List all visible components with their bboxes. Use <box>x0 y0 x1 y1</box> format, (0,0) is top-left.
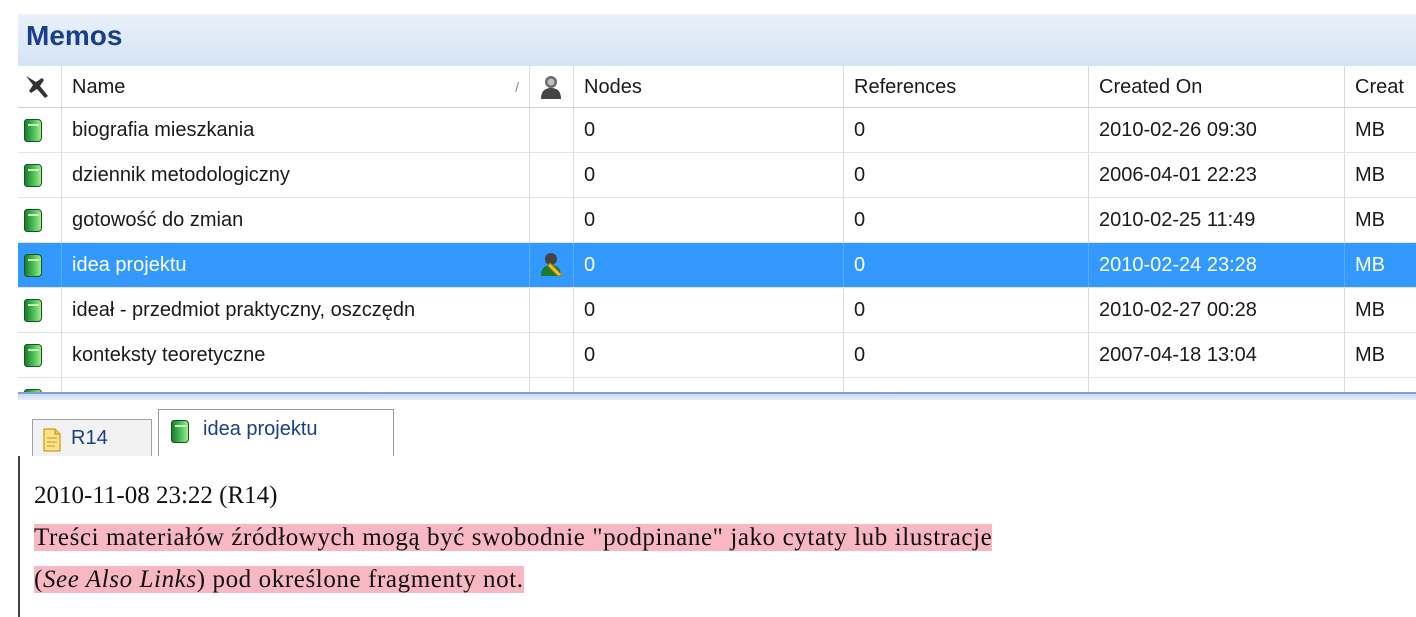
pushpin-icon <box>26 76 48 98</box>
tab-label: idea projektu <box>203 418 318 440</box>
memo-icon <box>24 254 42 277</box>
user-edit-icon <box>541 253 563 277</box>
row-icon-cell <box>18 288 62 332</box>
created-by: MB <box>1345 378 1416 392</box>
text-rest: ) pod określone fragmenty not. <box>196 566 524 593</box>
created-on: 2010-02-25 11:49 <box>1089 198 1345 242</box>
nodes-count: 0 <box>574 288 844 332</box>
created-by: MB <box>1355 164 1385 186</box>
column-header-created-on[interactable]: Created On <box>1089 66 1345 107</box>
created-on: 2010-02-26 09:30 <box>1089 108 1345 152</box>
created-by: MB <box>1355 119 1385 141</box>
column-header-pin[interactable] <box>18 66 62 107</box>
created-by: MB <box>1355 344 1385 366</box>
column-header-references[interactable]: References <box>844 66 1089 107</box>
memo-name: biografia mieszkania <box>62 108 530 152</box>
memo-name: gotowość do zmian <box>62 198 530 242</box>
memo-icon <box>24 164 42 187</box>
table-row[interactable]: biografia mieszkania 0 0 2010-02-26 09:3… <box>18 108 1416 153</box>
sort-indicator-icon: / <box>515 79 519 95</box>
table-row[interactable]: dziennik metodologiczny 0 0 2006-04-01 2… <box>18 153 1416 198</box>
memos-panel-header: Memos <box>18 14 1416 66</box>
text-open-paren: ( <box>34 566 43 593</box>
pane-splitter[interactable] <box>18 392 1416 400</box>
memo-editor[interactable]: 2010-11-08 23:22 (R14) Treści materiałów… <box>18 456 1416 617</box>
user-cell <box>530 378 574 392</box>
references-count: 0 <box>844 333 1089 377</box>
references-count: 0 <box>844 378 1089 392</box>
memo-name: ideał - przedmiot praktyczny, oszczędn <box>62 288 530 332</box>
memo-icon <box>24 209 42 232</box>
created-on: 2010-02-24 23:28 <box>1089 243 1345 287</box>
references-count: 0 <box>844 153 1089 197</box>
memo-icon <box>24 299 42 322</box>
user-cell <box>530 243 574 287</box>
table-row[interactable]: 0 0 2007-12-03 13:14 MB <box>18 378 1416 392</box>
created-by: MB <box>1355 299 1385 321</box>
tab-r14[interactable]: R14 <box>32 419 152 457</box>
created-by: MB <box>1355 209 1385 231</box>
memo-text-line: (See Also Links) pod określone fragmenty… <box>34 566 524 594</box>
user-cell <box>530 108 574 152</box>
memo-name: dziennik metodologiczny <box>62 153 530 197</box>
table-row-selected[interactable]: idea projektu 0 0 2010-02-24 23:28 MB <box>18 243 1416 288</box>
row-icon-cell <box>18 108 62 152</box>
user-cell <box>530 288 574 332</box>
panel-title: Memos <box>26 20 123 51</box>
highlighted-text: Treści materiałów źródłowych mogą być sw… <box>34 524 993 551</box>
column-header-name[interactable]: Name / <box>62 66 530 107</box>
nodes-count: 0 <box>574 198 844 242</box>
row-icon-cell <box>18 153 62 197</box>
created-on: 2010-02-27 00:28 <box>1089 288 1345 332</box>
nodes-count: 0 <box>574 378 844 392</box>
references-count: 0 <box>844 198 1089 242</box>
table-row[interactable]: konteksty teoretyczne 0 0 2007-04-18 13:… <box>18 333 1416 378</box>
document-icon <box>43 428 61 452</box>
memos-table[interactable]: Name / Nodes References Created On Creat… <box>18 66 1416 392</box>
row-icon-cell <box>18 333 62 377</box>
highlighted-text: (See Also Links) pod określone fragmenty… <box>34 566 524 593</box>
references-count: 0 <box>844 243 1089 287</box>
memo-name: konteksty teoretyczne <box>62 333 530 377</box>
user-cell <box>530 333 574 377</box>
nodes-count: 0 <box>574 333 844 377</box>
column-header-nodes[interactable]: Nodes <box>574 66 844 107</box>
references-count: 0 <box>844 108 1089 152</box>
tab-idea-projektu[interactable]: idea projektu <box>158 409 394 457</box>
memo-text-line: Treści materiałów źródłowych mogą być sw… <box>34 524 993 552</box>
row-icon-cell <box>18 378 62 392</box>
created-on: 2007-04-18 13:04 <box>1089 333 1345 377</box>
column-header-user[interactable] <box>530 66 574 107</box>
memo-name <box>62 378 530 392</box>
created-on: 2006-04-01 22:23 <box>1089 153 1345 197</box>
table-header-row: Name / Nodes References Created On Creat <box>18 66 1416 108</box>
user-icon <box>541 76 561 99</box>
nodes-count: 0 <box>574 243 844 287</box>
tab-label: R14 <box>71 427 108 449</box>
created-by: MB <box>1355 254 1385 276</box>
user-cell <box>530 153 574 197</box>
nodes-count: 0 <box>574 153 844 197</box>
memo-entry-heading: 2010-11-08 23:22 (R14) <box>34 482 278 509</box>
memo-icon <box>24 119 42 142</box>
memo-name: idea projektu <box>62 243 530 287</box>
memo-icon <box>171 420 189 443</box>
row-icon-cell <box>18 243 62 287</box>
column-header-name-label: Name <box>72 76 126 98</box>
created-on: 2007-12-03 13:14 <box>1089 378 1345 392</box>
references-count: 0 <box>844 288 1089 332</box>
see-also-links-text: See Also Links <box>42 566 197 593</box>
memo-icon <box>24 344 42 367</box>
table-row[interactable]: ideał - przedmiot praktyczny, oszczędn 0… <box>18 288 1416 333</box>
table-row[interactable]: gotowość do zmian 0 0 2010-02-25 11:49 M… <box>18 198 1416 243</box>
user-cell <box>530 198 574 242</box>
row-icon-cell <box>18 198 62 242</box>
column-header-created-by[interactable]: Creat <box>1345 66 1416 107</box>
nodes-count: 0 <box>574 108 844 152</box>
detail-tab-strip: R14 idea projektu <box>18 400 1416 457</box>
